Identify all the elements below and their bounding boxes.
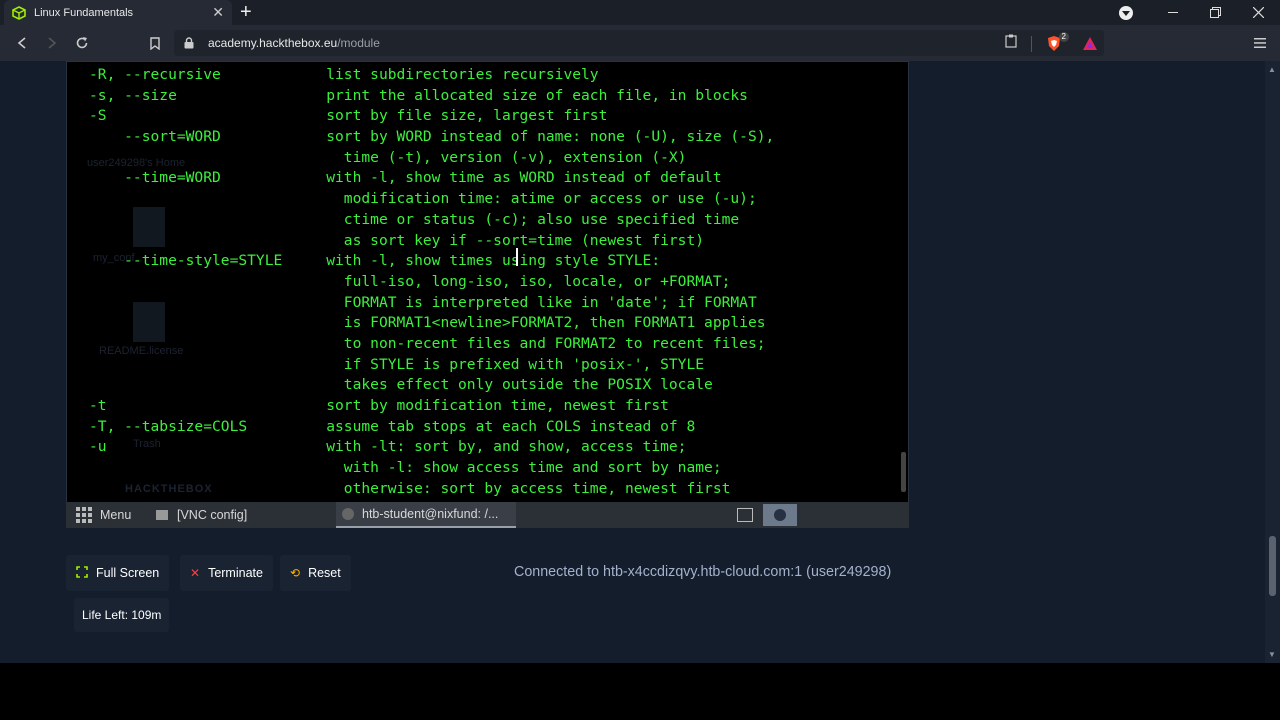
scroll-up-icon[interactable]: ▲ — [1268, 65, 1276, 74]
terminal-line: takes effect only outside the POSIX loca… — [89, 376, 713, 394]
clipboard-icon[interactable] — [1005, 34, 1017, 53]
module-page: user249298's Home my_conf README.license… — [0, 61, 1265, 663]
terminal-line: full-iso, long-iso, iso, locale, or +FOR… — [89, 272, 731, 290]
terminal-line: with -l: show access time and sort by na… — [89, 459, 722, 477]
full-screen-label: Full Screen — [96, 566, 160, 580]
terminal-line: -S sort by file size, largest first — [89, 107, 608, 125]
reset-button[interactable]: ⟲ Reset — [280, 555, 351, 591]
window-icon — [156, 510, 168, 520]
terminal-line: -R, --recursive list subdirectories recu… — [89, 66, 599, 83]
profile-menu-icon[interactable] — [1119, 5, 1133, 20]
terminal-line: ctime or status (-c); also use specified… — [89, 210, 740, 228]
brave-rewards-icon[interactable] — [1082, 36, 1098, 51]
terminal-line: as sort key if --sort=time (newest first… — [89, 231, 705, 249]
bookmark-icon[interactable] — [145, 33, 165, 53]
system-tray — [737, 502, 797, 528]
terminal-line: FORMAT is interpreted like in 'date'; if… — [89, 293, 757, 311]
keyboard-icon[interactable] — [737, 508, 753, 522]
terminal-scrollbar[interactable] — [901, 452, 906, 492]
terminal-line: to non-recent files and FORMAT2 to recen… — [89, 334, 766, 352]
terminate-button[interactable]: ✕ Terminate — [180, 555, 273, 591]
terminal-line: time (-t), version (-v), extension (-X) — [89, 148, 687, 166]
taskbar-menu-label: Menu — [100, 508, 132, 522]
reset-label: Reset — [308, 566, 341, 580]
close-window-icon[interactable] — [1237, 0, 1280, 25]
terminal-line: if STYLE is prefixed with 'posix-', STYL… — [89, 355, 705, 373]
shield-count-badge: 2 — [1058, 32, 1069, 42]
terminal-line: -t sort by modification time, newest fir… — [89, 397, 669, 414]
page-scroll-thumb[interactable] — [1269, 536, 1276, 596]
apps-grid-icon — [76, 507, 92, 523]
url-path: /module — [337, 36, 380, 50]
lock-icon — [184, 37, 200, 49]
terminal-line: is FORMAT1<newline>FORMAT2, then FORMAT1… — [89, 314, 766, 332]
brave-shield-icon[interactable]: 2 — [1046, 32, 1069, 52]
terminal-line: -T, --tabsize=COLS assume tab stops at e… — [89, 417, 696, 435]
text-cursor-icon — [516, 248, 519, 266]
taskbar-vnc-config[interactable]: [VNC config] — [156, 502, 336, 528]
browser-tab[interactable]: Linux Fundamentals ✕ — [4, 0, 232, 25]
terminal-task-label: htb-student@nixfund: /... — [362, 507, 499, 521]
fullscreen-icon — [76, 565, 88, 581]
page-scrollbar[interactable]: ▲ ▼ — [1265, 61, 1280, 663]
scroll-down-icon[interactable]: ▼ — [1268, 650, 1276, 659]
htb-cube-icon — [12, 5, 26, 20]
full-screen-button[interactable]: Full Screen — [66, 555, 170, 591]
tray-terminal-icon[interactable] — [763, 504, 797, 526]
vnc-taskbar: Menu [VNC config] htb-student@nixfund: /… — [66, 502, 909, 528]
terminal-line: --sort=WORD sort by WORD instead of name… — [89, 128, 775, 146]
address-bar[interactable]: academy.hackthebox.eu/module 2 — [174, 30, 1104, 56]
window-controls — [1119, 0, 1280, 25]
terminal-line: --time-style=STYLE with -l, show times u… — [89, 252, 661, 270]
back-icon[interactable] — [12, 33, 32, 53]
terminal-line: otherwise: sort by access time, newest f… — [89, 479, 731, 497]
vnc-config-label: [VNC config] — [177, 508, 248, 522]
taskbar-menu-button[interactable]: Menu — [66, 502, 156, 528]
new-tab-button[interactable]: + — [240, 1, 252, 23]
terminal-line: --time=WORD with -l, show time as WORD i… — [89, 169, 722, 187]
life-left-badge: Life Left: 109m — [74, 598, 170, 632]
terminal-output[interactable]: -R, --recursive list subdirectories recu… — [89, 65, 889, 499]
browser-toolbar: academy.hackthebox.eu/module 2 — [0, 25, 1280, 61]
taskbar-terminal-task[interactable]: htb-student@nixfund: /... — [336, 502, 516, 528]
terminal-icon — [342, 508, 354, 520]
vnc-viewport[interactable]: user249298's Home my_conf README.license… — [66, 61, 909, 528]
screen-bottom-bar — [0, 663, 1280, 720]
browser-tab-bar: Linux Fundamentals ✕ + — [0, 0, 1280, 25]
close-icon: ✕ — [190, 566, 201, 580]
connection-status: Connected to htb-x4ccdizqvy.htb-cloud.co… — [514, 564, 892, 580]
url-host: academy.hackthebox.eu — [208, 36, 338, 50]
menu-icon[interactable] — [1254, 35, 1266, 53]
terminate-label: Terminate — [208, 566, 263, 580]
close-tab-icon[interactable]: ✕ — [212, 4, 224, 21]
minimize-icon[interactable] — [1151, 0, 1194, 25]
terminal-line: modification time: atime or access or us… — [89, 190, 757, 208]
reset-icon: ⟲ — [290, 566, 301, 580]
terminal-line: -s, --size print the allocated size of e… — [89, 86, 748, 104]
reload-icon[interactable] — [72, 33, 92, 53]
restore-icon[interactable] — [1194, 0, 1237, 25]
tab-title: Linux Fundamentals — [34, 6, 134, 19]
forward-icon[interactable] — [42, 33, 62, 53]
terminal-line: -u with -lt: sort by, and show, access t… — [89, 438, 687, 456]
